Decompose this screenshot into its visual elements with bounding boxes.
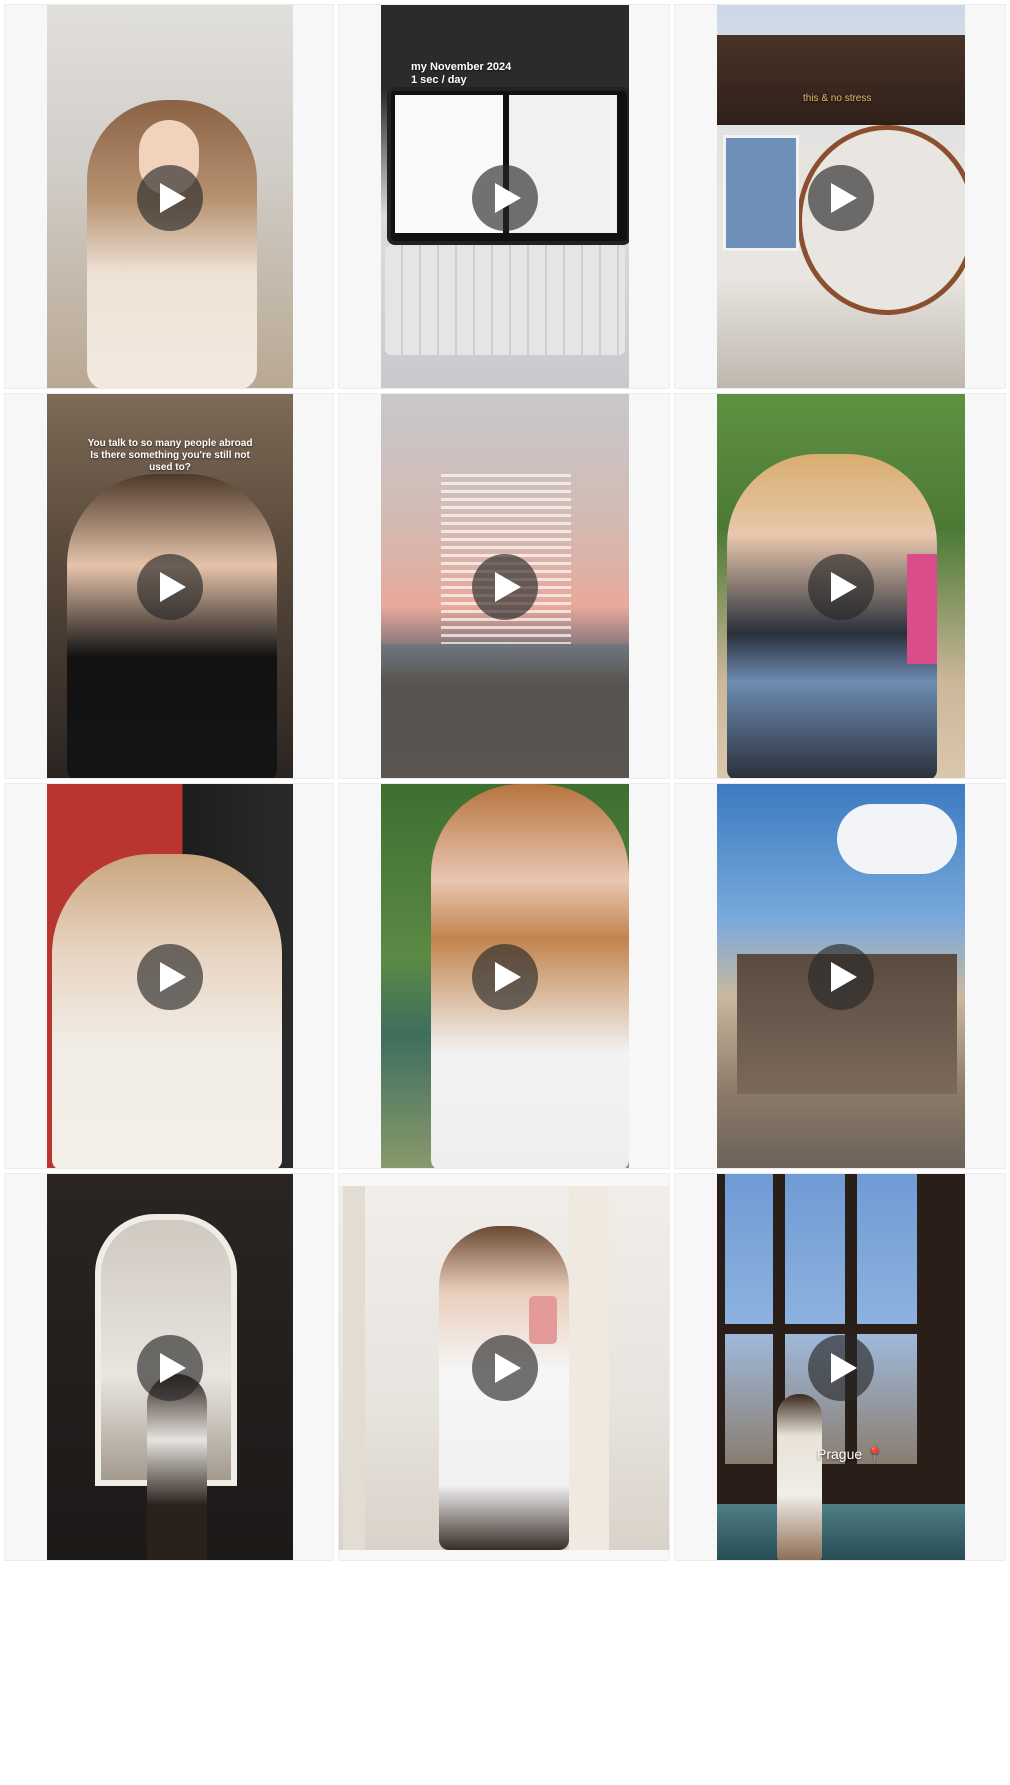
play-button[interactable] [808, 1335, 874, 1401]
mirror-frame [343, 1186, 365, 1550]
keyboard [385, 245, 625, 355]
floor [717, 1504, 965, 1560]
window-pane-4 [725, 1334, 773, 1464]
window-pane-1 [725, 1174, 773, 1324]
shoreline [381, 644, 629, 778]
grid-cell-1 [4, 4, 334, 389]
video-grid: my November 2024 1 sec / day this & no s… [0, 0, 1010, 1785]
play-button[interactable] [137, 554, 203, 620]
video-thumbnail-12[interactable]: Prague 📍 [717, 1174, 965, 1560]
video-caption-line-3: used to? [149, 462, 191, 473]
video-caption-line-1: You talk to so many people abroad [87, 438, 253, 449]
play-button[interactable] [472, 164, 538, 231]
grid-cell-11 [338, 1173, 670, 1561]
awning [717, 35, 965, 125]
play-icon [495, 182, 521, 213]
play-button[interactable] [808, 164, 874, 231]
video-caption-title: my November 2024 [411, 61, 512, 73]
play-button[interactable] [808, 554, 874, 620]
video-thumbnail-2[interactable]: my November 2024 1 sec / day [381, 5, 629, 388]
grid-cell-3: this & no stress [674, 4, 1006, 389]
play-icon [160, 182, 186, 213]
person-silhouette [147, 1374, 207, 1560]
person-figure [52, 854, 282, 1168]
play-icon [495, 572, 521, 602]
play-icon [831, 572, 857, 602]
window [723, 135, 799, 251]
play-button[interactable] [137, 164, 203, 231]
person-figure [777, 1394, 822, 1560]
video-thumbnail-6[interactable] [717, 394, 965, 778]
play-button[interactable] [472, 554, 538, 620]
video-thumbnail-4[interactable]: You talk to so many people abroad Is the… [47, 394, 293, 778]
play-icon [831, 1353, 857, 1383]
play-icon [495, 962, 521, 992]
video-thumbnail-7[interactable] [47, 784, 293, 1168]
play-button[interactable] [808, 944, 874, 1010]
play-button[interactable] [472, 1335, 538, 1401]
grid-cell-8 [338, 783, 670, 1169]
grid-cell-12: Prague 📍 [674, 1173, 1006, 1561]
video-caption: this & no stress [803, 93, 872, 104]
video-thumbnail-1[interactable] [47, 5, 293, 388]
play-icon [160, 572, 186, 602]
video-thumbnail-3[interactable]: this & no stress [717, 5, 965, 388]
play-button[interactable] [472, 944, 538, 1010]
video-thumbnail-9[interactable] [717, 784, 965, 1168]
grid-cell-6 [674, 393, 1006, 779]
play-icon [831, 182, 857, 213]
cloud [837, 804, 957, 874]
grid-cell-10 [4, 1173, 334, 1561]
play-icon [160, 962, 186, 992]
backpack-strap [907, 554, 937, 664]
phone [529, 1296, 557, 1344]
grid-cell-2: my November 2024 1 sec / day [338, 4, 670, 389]
play-icon [495, 1353, 521, 1383]
grid-cell-9 [674, 783, 1006, 1169]
video-thumbnail-8[interactable] [381, 784, 629, 1168]
grid-cell-7 [4, 783, 334, 1169]
mirror-frame-right [569, 1186, 609, 1550]
video-caption-line-2: Is there something you're still not [90, 450, 250, 461]
window-pane-2 [785, 1174, 845, 1324]
video-caption-location: Prague 📍 [817, 1446, 884, 1462]
grid-cell-5 [338, 393, 670, 779]
grid-cell-4: You talk to so many people abroad Is the… [4, 393, 334, 779]
person-figure [67, 474, 277, 778]
video-thumbnail-10[interactable] [47, 1174, 293, 1560]
play-icon [831, 962, 857, 992]
play-icon [160, 1353, 186, 1383]
window-pane-3 [857, 1174, 917, 1324]
play-button[interactable] [137, 1335, 203, 1401]
video-thumbnail-11[interactable] [339, 1186, 669, 1550]
play-button[interactable] [137, 944, 203, 1010]
video-thumbnail-5[interactable] [381, 394, 629, 778]
video-caption-subtitle: 1 sec / day [411, 74, 467, 86]
